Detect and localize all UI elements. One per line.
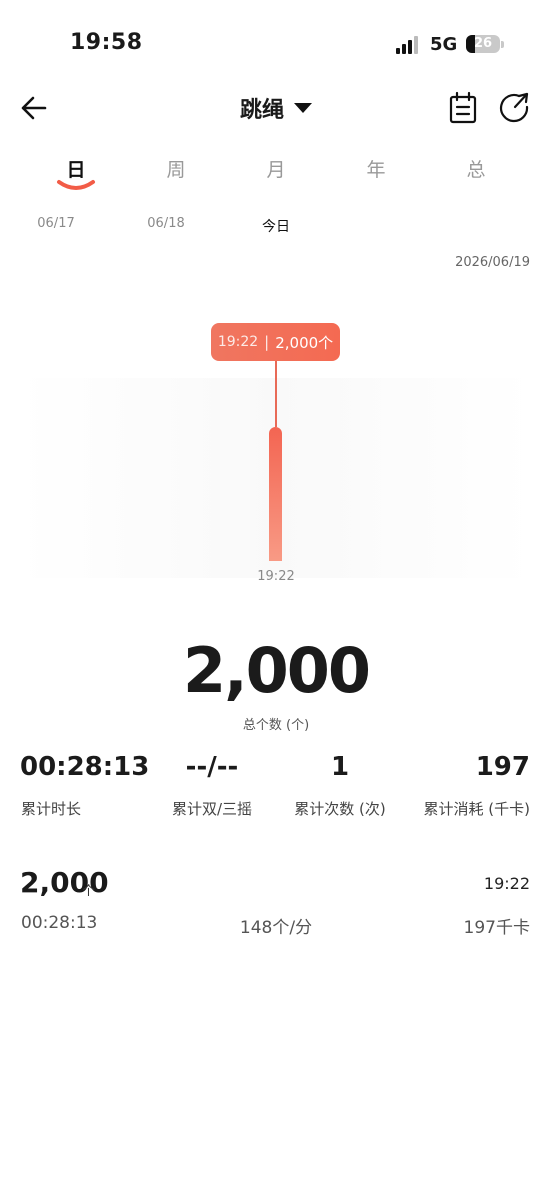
total-count: 2,000 bbox=[182, 634, 371, 707]
date-item[interactable]: 06/17 bbox=[16, 216, 96, 231]
sport-selector[interactable]: 跳绳 bbox=[200, 90, 352, 126]
stat-calories-label: 累计消耗 (千卡) bbox=[423, 800, 530, 818]
stat-duration-label: 累计时长 bbox=[21, 800, 82, 818]
stat-calories-value: 197 bbox=[475, 752, 530, 782]
total-count-label: 总个数 (个) bbox=[242, 718, 310, 733]
tooltip-guide-line bbox=[275, 361, 277, 427]
stat-double-triple-label: 累计双/三摇 bbox=[171, 800, 253, 818]
battery-cap bbox=[501, 41, 504, 48]
battery-icon: 26 bbox=[466, 35, 500, 53]
tooltip-value: 2,000个 bbox=[275, 333, 334, 352]
tooltip-separator: | bbox=[264, 333, 270, 351]
date-item-today[interactable]: 今日 bbox=[236, 216, 316, 236]
record-duration: 00:28:13 bbox=[21, 913, 98, 933]
signal-icon bbox=[396, 36, 422, 54]
back-button[interactable] bbox=[14, 88, 54, 128]
tab-month[interactable]: 月 bbox=[246, 155, 306, 182]
stat-sessions-value: 1 bbox=[330, 752, 350, 782]
tab-week[interactable]: 周 bbox=[146, 155, 206, 182]
record-calories: 197千卡 bbox=[463, 918, 530, 938]
tab-year[interactable]: 年 bbox=[346, 155, 406, 182]
records-button[interactable] bbox=[446, 90, 480, 126]
caret-down-icon bbox=[294, 103, 312, 113]
arrow-left-icon bbox=[21, 96, 47, 120]
date-item[interactable]: 06/18 bbox=[126, 216, 206, 231]
record-time: 19:22 bbox=[483, 874, 530, 893]
tab-total[interactable]: 总 bbox=[446, 155, 506, 182]
battery-level: 26 bbox=[473, 36, 493, 51]
tab-active-indicator bbox=[57, 180, 95, 190]
selected-date: 2026/06/19 bbox=[455, 255, 530, 270]
chart-tooltip: 19:22 | 2,000个 bbox=[211, 323, 340, 361]
status-time: 19:58 bbox=[70, 30, 143, 55]
clipboard-icon bbox=[449, 91, 477, 124]
record-unit: 个 bbox=[82, 884, 96, 899]
record-rate: 148个/分 bbox=[239, 918, 313, 938]
x-axis-tick: 19:22 bbox=[257, 569, 295, 584]
stat-sessions-label: 累计次数 (次) bbox=[294, 800, 386, 818]
network-type: 5G bbox=[430, 34, 458, 55]
page-title: 跳绳 bbox=[239, 98, 284, 123]
stat-duration-value: 00:28:13 bbox=[20, 752, 150, 782]
tooltip-time: 19:22 bbox=[217, 334, 259, 350]
chart-bar[interactable] bbox=[269, 427, 282, 561]
record-count: 2,000 bbox=[20, 866, 109, 899]
share-button[interactable] bbox=[497, 90, 533, 126]
share-icon bbox=[499, 92, 529, 123]
stat-double-triple-value: --/-- bbox=[185, 752, 239, 782]
